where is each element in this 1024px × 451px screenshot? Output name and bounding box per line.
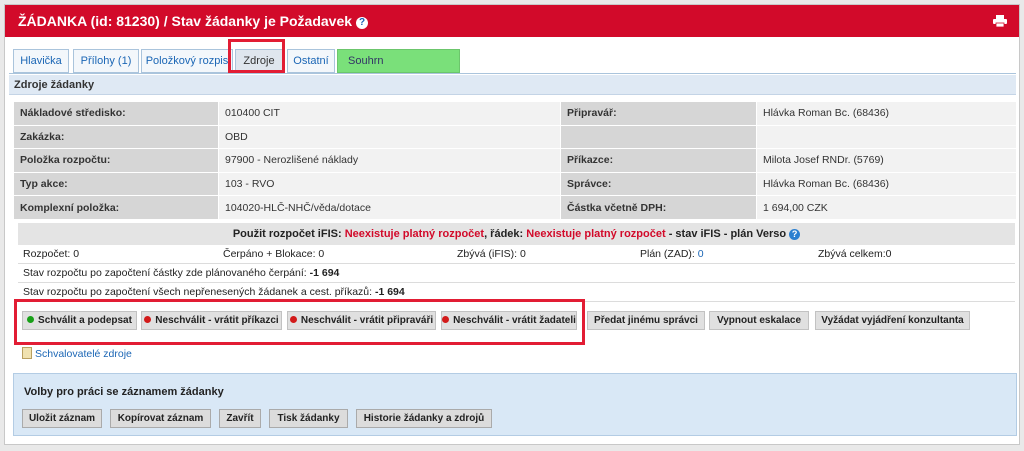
disable-escalation-button[interactable]: Vypnout eskalace xyxy=(709,311,809,330)
printer-icon[interactable] xyxy=(993,15,1007,27)
budget-value: Rozpočet: 0 xyxy=(23,248,80,260)
complex-item-value: 104020-HLČ-NHČ/věda/dotace xyxy=(218,195,561,220)
amount-value: 1 694,00 CZK xyxy=(756,195,1017,220)
order-value: OBD xyxy=(218,124,561,150)
tab-header[interactable]: Hlavička xyxy=(13,49,69,73)
page-title: ŽÁDANKA (id: 81230) / Stav žádanky je Po… xyxy=(18,13,369,29)
budget-status-row-1: Stav rozpočtu po započtení částky zde pl… xyxy=(18,264,1015,283)
tab-item-breakdown[interactable]: Položkový rozpis xyxy=(141,49,233,73)
request-history-button[interactable]: Historie žádanky a zdrojů xyxy=(356,409,492,428)
remaining-total-value: Zbývá celkem:0 xyxy=(818,248,892,260)
administrator-label: Správce: xyxy=(560,171,757,197)
remaining-ifis-value: Zbývá (iFIS): 0 xyxy=(457,248,526,260)
request-consultant-opinion-button[interactable]: Vyžádat vyjádření konzultanta xyxy=(815,311,970,330)
save-record-button[interactable]: Uložit záznam xyxy=(22,409,102,428)
sources-tab-highlight xyxy=(228,39,285,73)
cost-center-label: Nákladové středisko: xyxy=(13,101,219,126)
initiator-value: Milota Josef RNDr. (5769) xyxy=(756,148,1017,173)
record-options-panel: Volby pro práci se záznamem žádanky Ulož… xyxy=(13,373,1017,436)
action-type-value: 103 - RVO xyxy=(218,171,561,197)
plan-value: Plán (ZAD): 0 xyxy=(640,248,704,260)
forward-to-admin-button[interactable]: Předat jinému správci xyxy=(587,311,705,330)
tab-summary[interactable]: Souhrn xyxy=(337,49,460,73)
tab-bar: Hlavička Přílohy (1) Položkový rozpis Zd… xyxy=(9,43,1019,74)
tab-divider xyxy=(9,73,1016,74)
cost-center-value: 010400 CIT xyxy=(218,101,561,126)
complex-item-label: Komplexní položka: xyxy=(13,195,219,220)
copy-record-button[interactable]: Kopírovat záznam xyxy=(110,409,211,428)
budget-row-status: Neexistuje platný rozpočet xyxy=(526,228,666,240)
table-row: Nákladové středisko: 010400 CIT Připravá… xyxy=(13,101,1017,126)
table-row: Typ akce: 103 - RVO Správce: Hlávka Roma… xyxy=(13,171,1017,197)
budget-item-value: 97900 - Nerozlišené náklady xyxy=(218,148,561,173)
budget-item-label: Položka rozpočtu: xyxy=(13,148,219,173)
empty-value xyxy=(756,124,1017,150)
preparer-label: Připravář: xyxy=(560,101,757,126)
administrator-value: Hlávka Roman Bc. (68436) xyxy=(756,171,1017,197)
initiator-label: Příkazce: xyxy=(560,148,757,173)
section-title: Zdroje žádanky xyxy=(9,75,1016,95)
close-button[interactable]: Zavřít xyxy=(219,409,261,428)
request-window: ŽÁDANKA (id: 81230) / Stav žádanky je Po… xyxy=(4,4,1020,445)
tab-attachments[interactable]: Přílohy (1) xyxy=(73,49,139,73)
budget-summary-row: Rozpočet: 0 Čerpáno + Blokace: 0 Zbývá (… xyxy=(18,245,1015,264)
approvers-link[interactable]: Schvalovatelé zdroje xyxy=(22,347,132,360)
table-row: Položka rozpočtu: 97900 - Nerozlišené ná… xyxy=(13,148,1017,173)
title-bar: ŽÁDANKA (id: 81230) / Stav žádanky je Po… xyxy=(5,5,1019,37)
budget-info-icon[interactable]: ? xyxy=(789,229,801,240)
amount-label: Částka včetně DPH: xyxy=(560,195,757,220)
info-icon[interactable]: ? xyxy=(356,17,369,29)
tab-other[interactable]: Ostatní xyxy=(287,49,335,73)
plan-link[interactable]: 0 xyxy=(698,248,704,260)
action-buttons-highlight xyxy=(14,299,585,345)
record-options-title: Volby pro práci se záznamem žádanky xyxy=(24,386,224,398)
table-row: Zakázka: OBD xyxy=(13,124,1017,150)
request-details-table: Nákladové středisko: 010400 CIT Připravá… xyxy=(13,101,1017,220)
drawn-value: Čerpáno + Blokace: 0 xyxy=(223,248,325,260)
preparer-value: Hlávka Roman Bc. (68436) xyxy=(756,101,1017,126)
budget-status: Neexistuje platný rozpočet xyxy=(344,228,485,240)
action-type-label: Typ akce: xyxy=(13,171,219,197)
empty-label xyxy=(560,124,757,150)
print-request-button[interactable]: Tisk žádanky xyxy=(269,409,348,428)
budget-heading: Použit rozpočet iFIS: Neexistuje platný … xyxy=(18,223,1015,245)
order-label: Zakázka: xyxy=(13,124,219,150)
document-icon xyxy=(22,347,32,359)
table-row: Komplexní položka: 104020-HLČ-NHČ/věda/d… xyxy=(13,195,1017,220)
